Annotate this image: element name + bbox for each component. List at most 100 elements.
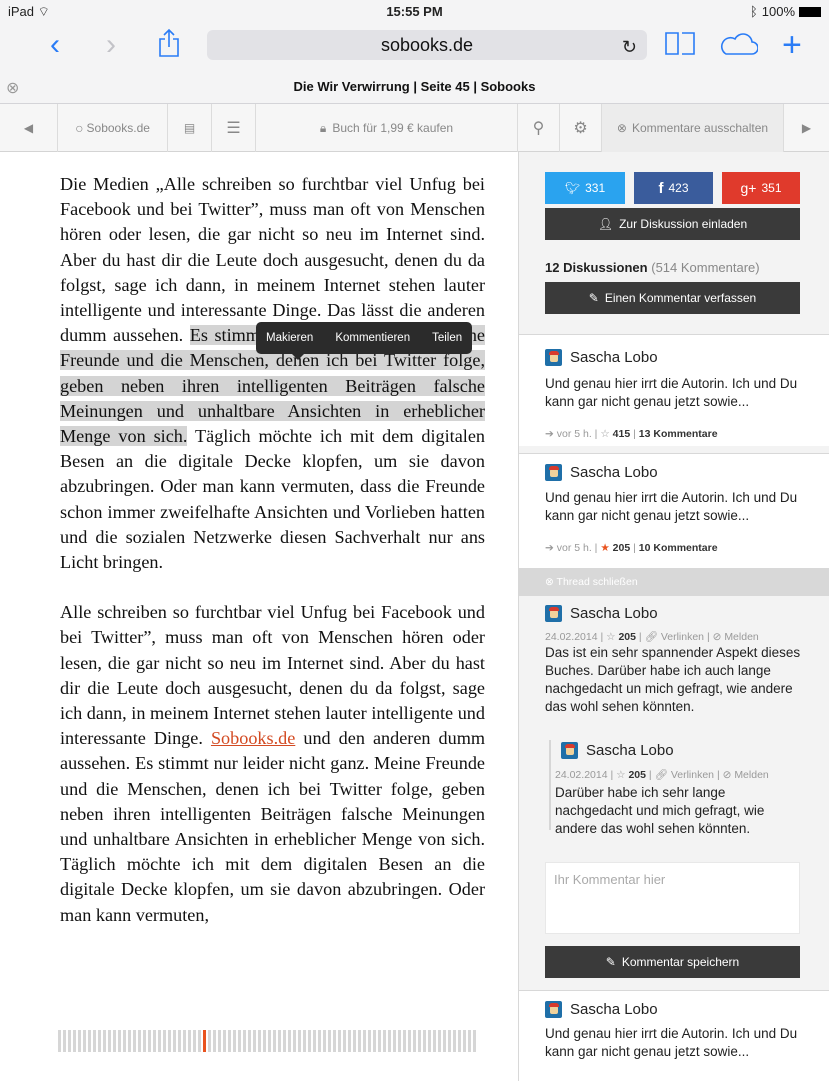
progress-tick[interactable] <box>163 1030 166 1052</box>
forward-icon[interactable]: › <box>106 28 116 62</box>
progress-tick[interactable] <box>213 1030 216 1052</box>
progress-tick[interactable] <box>348 1030 351 1052</box>
list-icon[interactable]: ☰ <box>212 104 256 152</box>
progress-tick[interactable] <box>338 1030 341 1052</box>
progress-tick[interactable] <box>313 1030 316 1052</box>
progress-tick[interactable] <box>223 1030 226 1052</box>
progress-tick[interactable] <box>93 1030 96 1052</box>
progress-tick[interactable] <box>178 1030 181 1052</box>
progress-tick[interactable] <box>393 1030 396 1052</box>
progress-tick[interactable] <box>403 1030 406 1052</box>
bookmarks-icon[interactable] <box>664 28 696 66</box>
next-page-button[interactable]: ▶ <box>784 104 829 152</box>
progress-tick[interactable] <box>378 1030 381 1052</box>
comments-off-button[interactable]: ⊗ Kommentare ausschalten <box>602 104 784 152</box>
facebook-share-button[interactable]: f 423 <box>634 172 713 204</box>
save-comment-button[interactable]: ✎ Kommentar speichern <box>545 946 800 978</box>
progress-tick[interactable] <box>293 1030 296 1052</box>
progress-tick[interactable] <box>103 1030 106 1052</box>
search-icon[interactable]: ⚲ <box>518 104 560 152</box>
progress-tick[interactable] <box>428 1030 431 1052</box>
reading-progress-bar[interactable] <box>58 1030 478 1052</box>
progress-tick[interactable] <box>443 1030 446 1052</box>
url-field[interactable]: sobooks.de ↻ <box>207 30 647 60</box>
progress-tick[interactable] <box>218 1030 221 1052</box>
progress-tick[interactable] <box>153 1030 156 1052</box>
close-thread-button[interactable]: ⊗ Thread schließen <box>519 568 829 596</box>
progress-tick[interactable] <box>278 1030 281 1052</box>
progress-tick[interactable] <box>288 1030 291 1052</box>
progress-tick[interactable] <box>118 1030 121 1052</box>
invite-button[interactable]: 👤︎ Zur Diskussion einladen <box>545 208 800 240</box>
progress-tick[interactable] <box>193 1030 196 1052</box>
progress-tick[interactable] <box>328 1030 331 1052</box>
mark-menu-item[interactable]: Makieren <box>266 332 313 344</box>
progress-tick[interactable] <box>68 1030 71 1052</box>
progress-tick[interactable] <box>283 1030 286 1052</box>
progress-tick[interactable] <box>323 1030 326 1052</box>
back-icon[interactable]: ‹ <box>50 28 60 62</box>
progress-tick[interactable] <box>353 1030 356 1052</box>
progress-tick[interactable] <box>113 1030 116 1052</box>
progress-tick[interactable] <box>453 1030 456 1052</box>
document-icon[interactable]: ▤ <box>168 104 212 152</box>
progress-tick[interactable] <box>158 1030 161 1052</box>
progress-tick[interactable] <box>473 1030 476 1052</box>
progress-tick[interactable] <box>398 1030 401 1052</box>
progress-tick[interactable] <box>248 1030 251 1052</box>
sobooks-link[interactable]: Sobooks.de <box>211 728 295 748</box>
link-action[interactable]: Verlinken <box>661 631 704 643</box>
new-tab-icon[interactable]: + <box>782 28 802 62</box>
progress-tick[interactable] <box>268 1030 271 1052</box>
progress-tick[interactable] <box>263 1030 266 1052</box>
progress-tick[interactable] <box>198 1030 201 1052</box>
progress-tick[interactable] <box>463 1030 466 1052</box>
share-menu-item[interactable]: Teilen <box>432 332 462 344</box>
progress-tick[interactable] <box>98 1030 101 1052</box>
progress-tick[interactable] <box>408 1030 411 1052</box>
progress-tick[interactable] <box>88 1030 91 1052</box>
progress-tick[interactable] <box>413 1030 416 1052</box>
progress-current-tick[interactable] <box>203 1030 206 1052</box>
progress-tick[interactable] <box>368 1030 371 1052</box>
progress-tick[interactable] <box>208 1030 211 1052</box>
progress-tick[interactable] <box>433 1030 436 1052</box>
progress-tick[interactable] <box>343 1030 346 1052</box>
progress-tick[interactable] <box>238 1030 241 1052</box>
buy-book-button[interactable]: 🔒︎ Buch für 1,99 € kaufen <box>256 104 518 152</box>
progress-tick[interactable] <box>358 1030 361 1052</box>
reload-icon[interactable]: ↻ <box>622 32 637 62</box>
comment-input[interactable]: Ihr Kommentar hier <box>545 862 800 934</box>
comment-card[interactable]: Sascha Lobo Und genau hier irrt die Auto… <box>519 453 829 568</box>
cloud-icon[interactable] <box>718 28 759 66</box>
progress-tick[interactable] <box>363 1030 366 1052</box>
share-icon[interactable] <box>158 28 180 66</box>
progress-tick[interactable] <box>123 1030 126 1052</box>
gplus-share-button[interactable]: g+ 351 <box>722 172 800 204</box>
comment-menu-item[interactable]: Kommentieren <box>335 332 410 344</box>
progress-tick[interactable] <box>273 1030 276 1052</box>
write-comment-button[interactable]: ✎ Einen Kommentar verfassen <box>545 282 800 314</box>
progress-tick[interactable] <box>388 1030 391 1052</box>
gear-icon[interactable]: ⚙ <box>560 104 602 152</box>
progress-tick[interactable] <box>83 1030 86 1052</box>
progress-tick[interactable] <box>423 1030 426 1052</box>
progress-tick[interactable] <box>58 1030 61 1052</box>
progress-tick[interactable] <box>148 1030 151 1052</box>
progress-tick[interactable] <box>168 1030 171 1052</box>
progress-tick[interactable] <box>143 1030 146 1052</box>
progress-tick[interactable] <box>458 1030 461 1052</box>
progress-tick[interactable] <box>128 1030 131 1052</box>
progress-tick[interactable] <box>468 1030 471 1052</box>
home-button[interactable]: ○ Sobooks.de <box>58 104 168 152</box>
progress-tick[interactable] <box>108 1030 111 1052</box>
progress-tick[interactable] <box>383 1030 386 1052</box>
progress-tick[interactable] <box>308 1030 311 1052</box>
comment-card[interactable]: Sascha Lobo Und genau hier irrt die Auto… <box>519 334 829 446</box>
progress-tick[interactable] <box>448 1030 451 1052</box>
prev-page-button[interactable]: ◀ <box>0 104 58 152</box>
progress-tick[interactable] <box>173 1030 176 1052</box>
progress-tick[interactable] <box>133 1030 136 1052</box>
progress-tick[interactable] <box>438 1030 441 1052</box>
progress-tick[interactable] <box>258 1030 261 1052</box>
